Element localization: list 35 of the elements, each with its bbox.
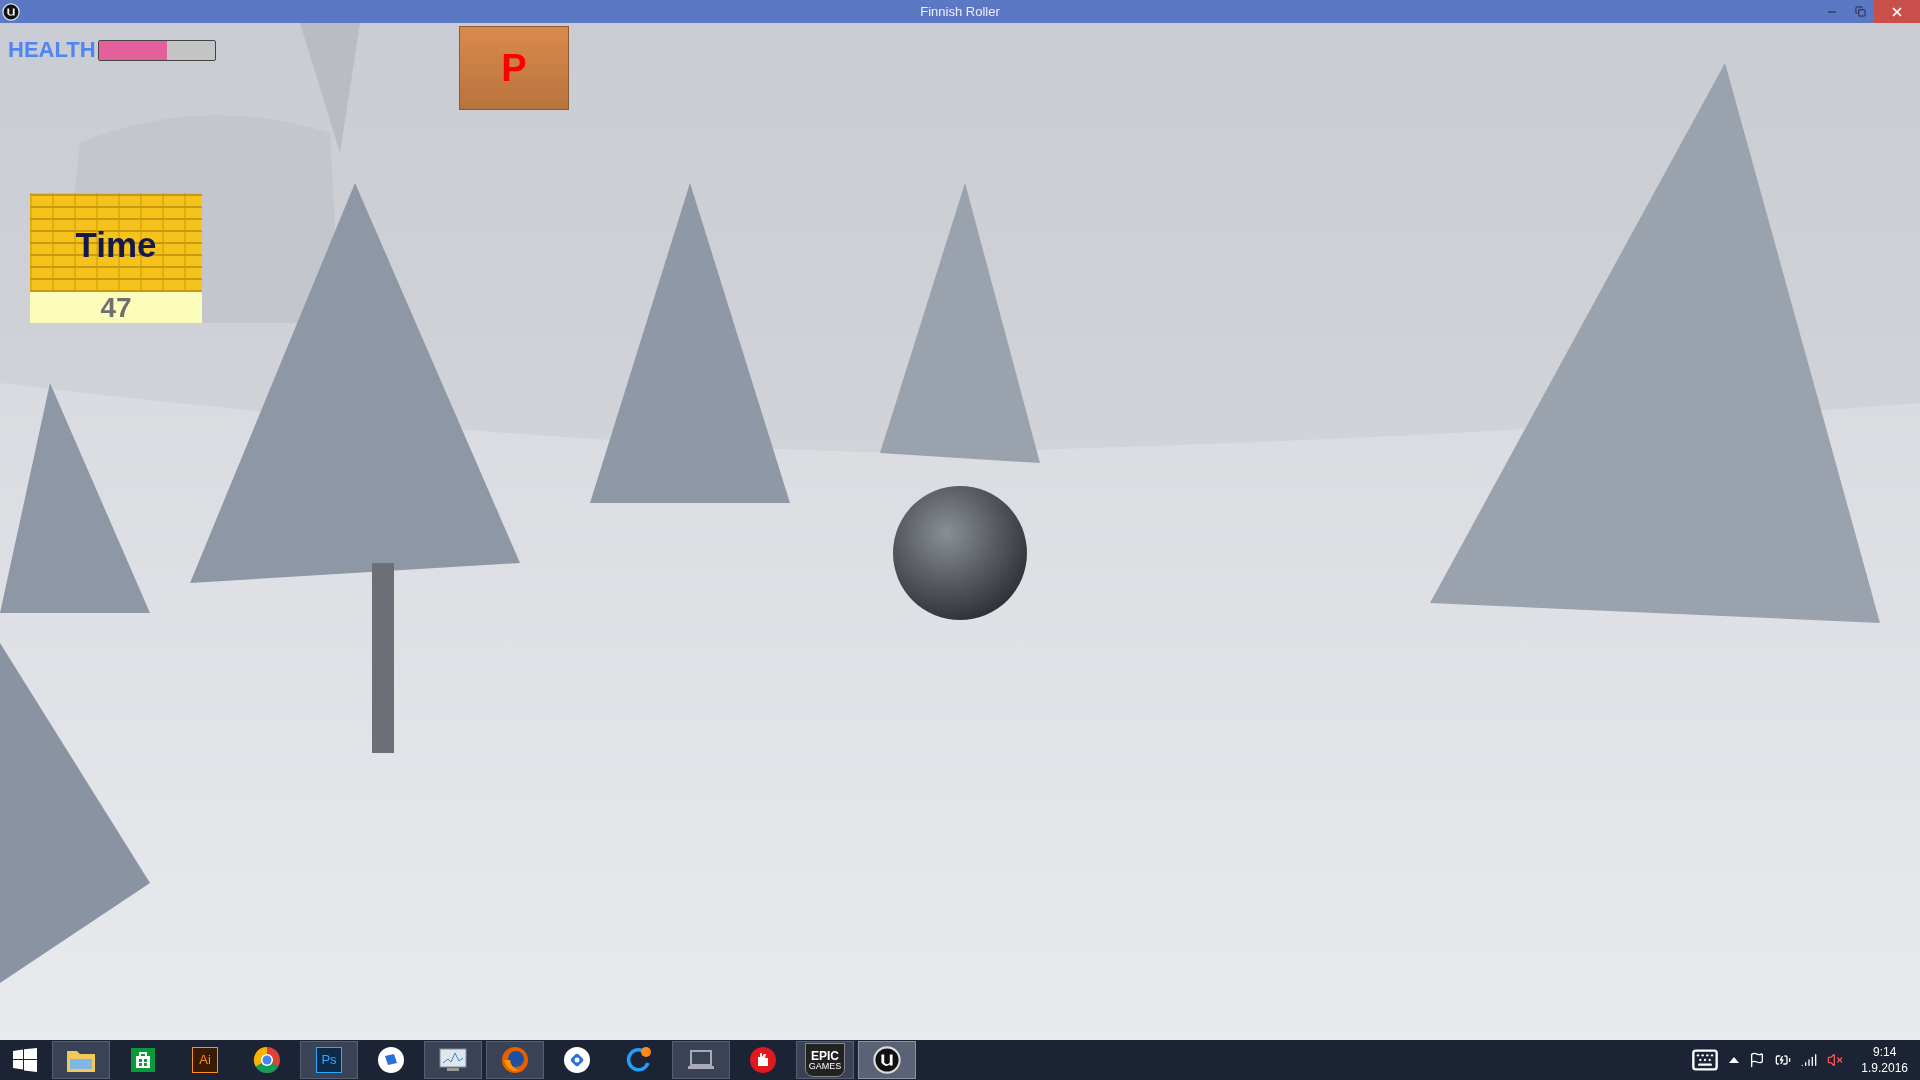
speaker-muted-icon[interactable] (1827, 1052, 1844, 1068)
battery-icon[interactable] (1775, 1052, 1792, 1068)
timer-value: 47 (30, 292, 202, 323)
browser-icon (253, 1046, 281, 1074)
taskbar-app[interactable]: EPIC GAMES (796, 1041, 854, 1079)
logo-subtext: GAMES (808, 1061, 842, 1071)
engine-logo (873, 1046, 901, 1074)
window-title: Finnish Roller (920, 2, 1000, 21)
flag-icon[interactable] (1749, 1052, 1766, 1068)
app-logo: Ai (192, 1047, 218, 1073)
laptop-icon (686, 1048, 716, 1072)
taskbar-app[interactable] (52, 1041, 110, 1079)
timer-label: Time (75, 224, 157, 267)
share-icon (377, 1046, 405, 1074)
taskbar-app[interactable] (858, 1041, 916, 1079)
browser-icon (501, 1046, 529, 1074)
logo-text: EPIC (811, 1049, 839, 1062)
close-button[interactable] (1874, 0, 1920, 23)
pin-icon (563, 1046, 591, 1074)
health-label: HEALTH (8, 39, 96, 61)
signal-icon[interactable] (1801, 1052, 1818, 1068)
taskbar-app[interactable]: Ai (176, 1041, 234, 1079)
clock-date: 1.9.2016 (1861, 1060, 1908, 1076)
taskbar-app[interactable]: Ps (300, 1041, 358, 1079)
windows-icon (13, 1048, 37, 1072)
app-logo: Ps (316, 1047, 342, 1073)
clock-time: 9:14 (1872, 1044, 1897, 1060)
monitor-icon (438, 1047, 468, 1073)
caret-up-icon[interactable] (1729, 1057, 1740, 1063)
shopping-bag-icon (130, 1047, 156, 1073)
hand-icon (749, 1046, 777, 1074)
app-icon (2, 2, 20, 21)
restore-icon (1854, 6, 1866, 17)
clock[interactable]: 9:14 1.9.2016 (1861, 1044, 1908, 1076)
taskbar-app[interactable] (424, 1041, 482, 1079)
